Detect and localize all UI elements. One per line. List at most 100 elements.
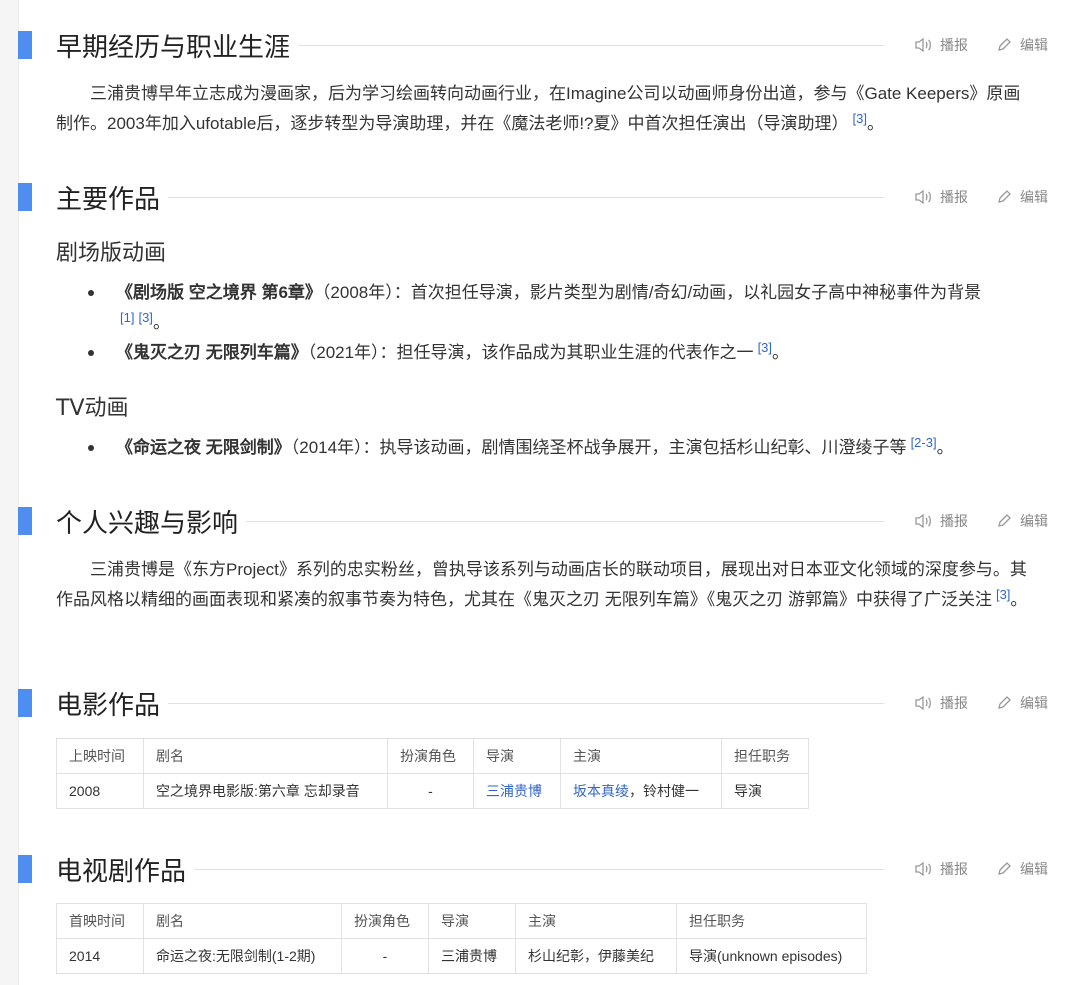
section-title: 早期经历与职业生涯 [56,32,291,63]
speaker-icon [915,37,931,53]
item-end: 。 [152,313,170,332]
broadcast-button[interactable]: 播报 [914,859,968,879]
list-item: 《剧场版 空之境界 第6章》（2008年）：首次担任导演，影片类型为剧情/奇幻/… [56,278,1006,338]
table-row: 2008 空之境界电影版:第六章 忘却录音 - 三浦贵博 坂本真绫，铃村健一 导… [56,773,809,809]
column-header: 担任职务 [676,903,867,939]
speaker-icon [915,513,931,529]
section-accent-bar [18,689,32,717]
column-header: 导演 [473,738,561,774]
work-description: （2014年）：执导该动画，剧情围绕圣杯战争展开，主演包括杉山纪彰、川澄绫子等 [290,438,907,457]
column-header: 扮演角色 [387,738,474,774]
cast-link[interactable]: 坂本真绫 [573,783,629,799]
section-accent-bar [18,183,32,211]
table-cell-role: - [387,773,474,809]
early-career-paragraph: 三浦贵博早年立志成为漫画家，后为学习绘画转向动画行业，在Imagine公司以动画… [56,79,1036,139]
section-divider [298,44,884,46]
cast-rest: ，铃村健一 [629,783,699,799]
tv-works-list: 《命运之夜 无限剑制》（2014年）：执导该动画，剧情围绕圣杯战争展开，主演包括… [56,433,1006,463]
column-header: 上映时间 [56,738,144,774]
speaker-icon [915,189,931,205]
pencil-icon [998,38,1011,51]
section-accent-bar [18,31,32,59]
section-actions: 播报 编辑 [914,187,1048,207]
section-header-films: 电影作品 播报 编辑 [18,685,1048,721]
section-header-tv-series: 电视剧作品 播报 编辑 [18,851,1048,887]
section-divider [168,702,884,704]
section-divider [246,520,884,522]
subsection-title-theater: 剧场版动画 [56,241,167,266]
section-divider [194,868,884,870]
table-cell-role: - [341,938,429,974]
section-accent-bar [18,855,32,883]
work-title: 《鬼灭之刃 无限列车篇》 [116,343,308,362]
table-cell-job: 导演(unknown episodes) [676,938,867,974]
table-cell-cast: 坂本真绫，铃村健一 [560,773,722,809]
table-row: 2014 命运之夜:无限剑制(1-2期) - 三浦贵博 杉山纪彰，伊藤美纪 导演… [56,938,867,974]
reference-link[interactable]: [3] [996,587,1010,602]
work-title: 《命运之夜 无限剑制》 [116,438,291,457]
column-header: 主演 [560,738,722,774]
broadcast-label: 播报 [940,861,968,877]
column-header: 担任职务 [721,738,809,774]
pencil-icon [998,190,1011,203]
table-cell-job: 导演 [721,773,809,809]
reference-link[interactable]: [3] [853,111,867,126]
table-cell-director: 三浦贵博 [428,938,516,974]
edit-label: 编辑 [1020,513,1048,529]
work-description: （2008年）：首次担任导演，影片类型为剧情/奇幻/动画，以礼园女子高中神秘事件… [321,283,982,302]
edit-button[interactable]: 编辑 [996,511,1048,531]
broadcast-label: 播报 [940,695,968,711]
column-header: 剧名 [143,738,388,774]
edit-label: 编辑 [1020,861,1048,877]
section-title: 个人兴趣与影响 [56,508,239,539]
section-actions: 播报 编辑 [914,35,1048,55]
edit-label: 编辑 [1020,37,1048,53]
work-title: 《剧场版 空之境界 第6章》 [116,283,322,302]
list-item: 《命运之夜 无限剑制》（2014年）：执导该动画，剧情围绕圣杯战争展开，主演包括… [56,433,1006,463]
broadcast-button[interactable]: 播报 [914,187,968,207]
column-header: 导演 [428,903,516,939]
director-link[interactable]: 三浦贵博 [486,783,542,799]
left-edge-strip [0,0,19,985]
edit-label: 编辑 [1020,189,1048,205]
section-accent-bar [18,507,32,535]
broadcast-button[interactable]: 播报 [914,693,968,713]
reference-link[interactable]: [3] [758,340,772,355]
section-header-early-career: 早期经历与职业生涯 播报 编辑 [18,27,1048,63]
tv-works-table: 首映时间 剧名 扮演角色 导演 主演 担任职务 2014 命运之夜:无限剑制(1… [56,903,867,974]
section-header-major-works: 主要作品 播报 编辑 [18,179,1048,215]
film-works-table: 上映时间 剧名 扮演角色 导演 主演 担任职务 2008 空之境界电影版:第六章… [56,738,809,809]
table-header-row: 上映时间 剧名 扮演角色 导演 主演 担任职务 [56,738,809,774]
column-header: 剧名 [143,903,342,939]
edit-button[interactable]: 编辑 [996,693,1048,713]
table-cell-title: 空之境界电影版:第六章 忘却录音 [143,773,388,809]
pencil-icon [998,696,1011,709]
reference-link[interactable]: [2-3] [911,435,937,450]
paragraph-end: 。 [1010,590,1028,609]
reference-link[interactable]: [3] [138,310,152,325]
paragraph-end: 。 [866,114,884,133]
edit-button[interactable]: 编辑 [996,35,1048,55]
table-cell-year: 2014 [56,938,144,974]
reference-link[interactable]: [1] [120,310,134,325]
section-title: 主要作品 [56,184,161,215]
paragraph-text: 三浦贵博是《东方Project》系列的忠实粉丝，曾执导该系列与动画店长的联动项目… [56,560,1027,609]
theater-works-list: 《剧场版 空之境界 第6章》（2008年）：首次担任导演，影片类型为剧情/奇幻/… [56,278,1006,368]
section-actions: 播报 编辑 [914,693,1048,713]
item-end: 。 [772,343,790,362]
list-item: 《鬼灭之刃 无限列车篇》（2021年）：担任导演，该作品成为其职业生涯的代表作之… [56,338,1006,368]
table-cell-year: 2008 [56,773,144,809]
edit-button[interactable]: 编辑 [996,859,1048,879]
pencil-icon [998,514,1011,527]
speaker-icon [915,695,931,711]
edit-button[interactable]: 编辑 [996,187,1048,207]
broadcast-button[interactable]: 播报 [914,511,968,531]
section-title: 电影作品 [56,690,161,721]
broadcast-label: 播报 [940,189,968,205]
broadcast-button[interactable]: 播报 [914,35,968,55]
column-header: 主演 [515,903,677,939]
speaker-icon [915,861,931,877]
item-end: 。 [936,438,954,457]
subsection-title-tv: TV动画 [56,396,129,421]
work-description: （2021年）：担任导演，该作品成为其职业生涯的代表作之一 [307,343,754,362]
